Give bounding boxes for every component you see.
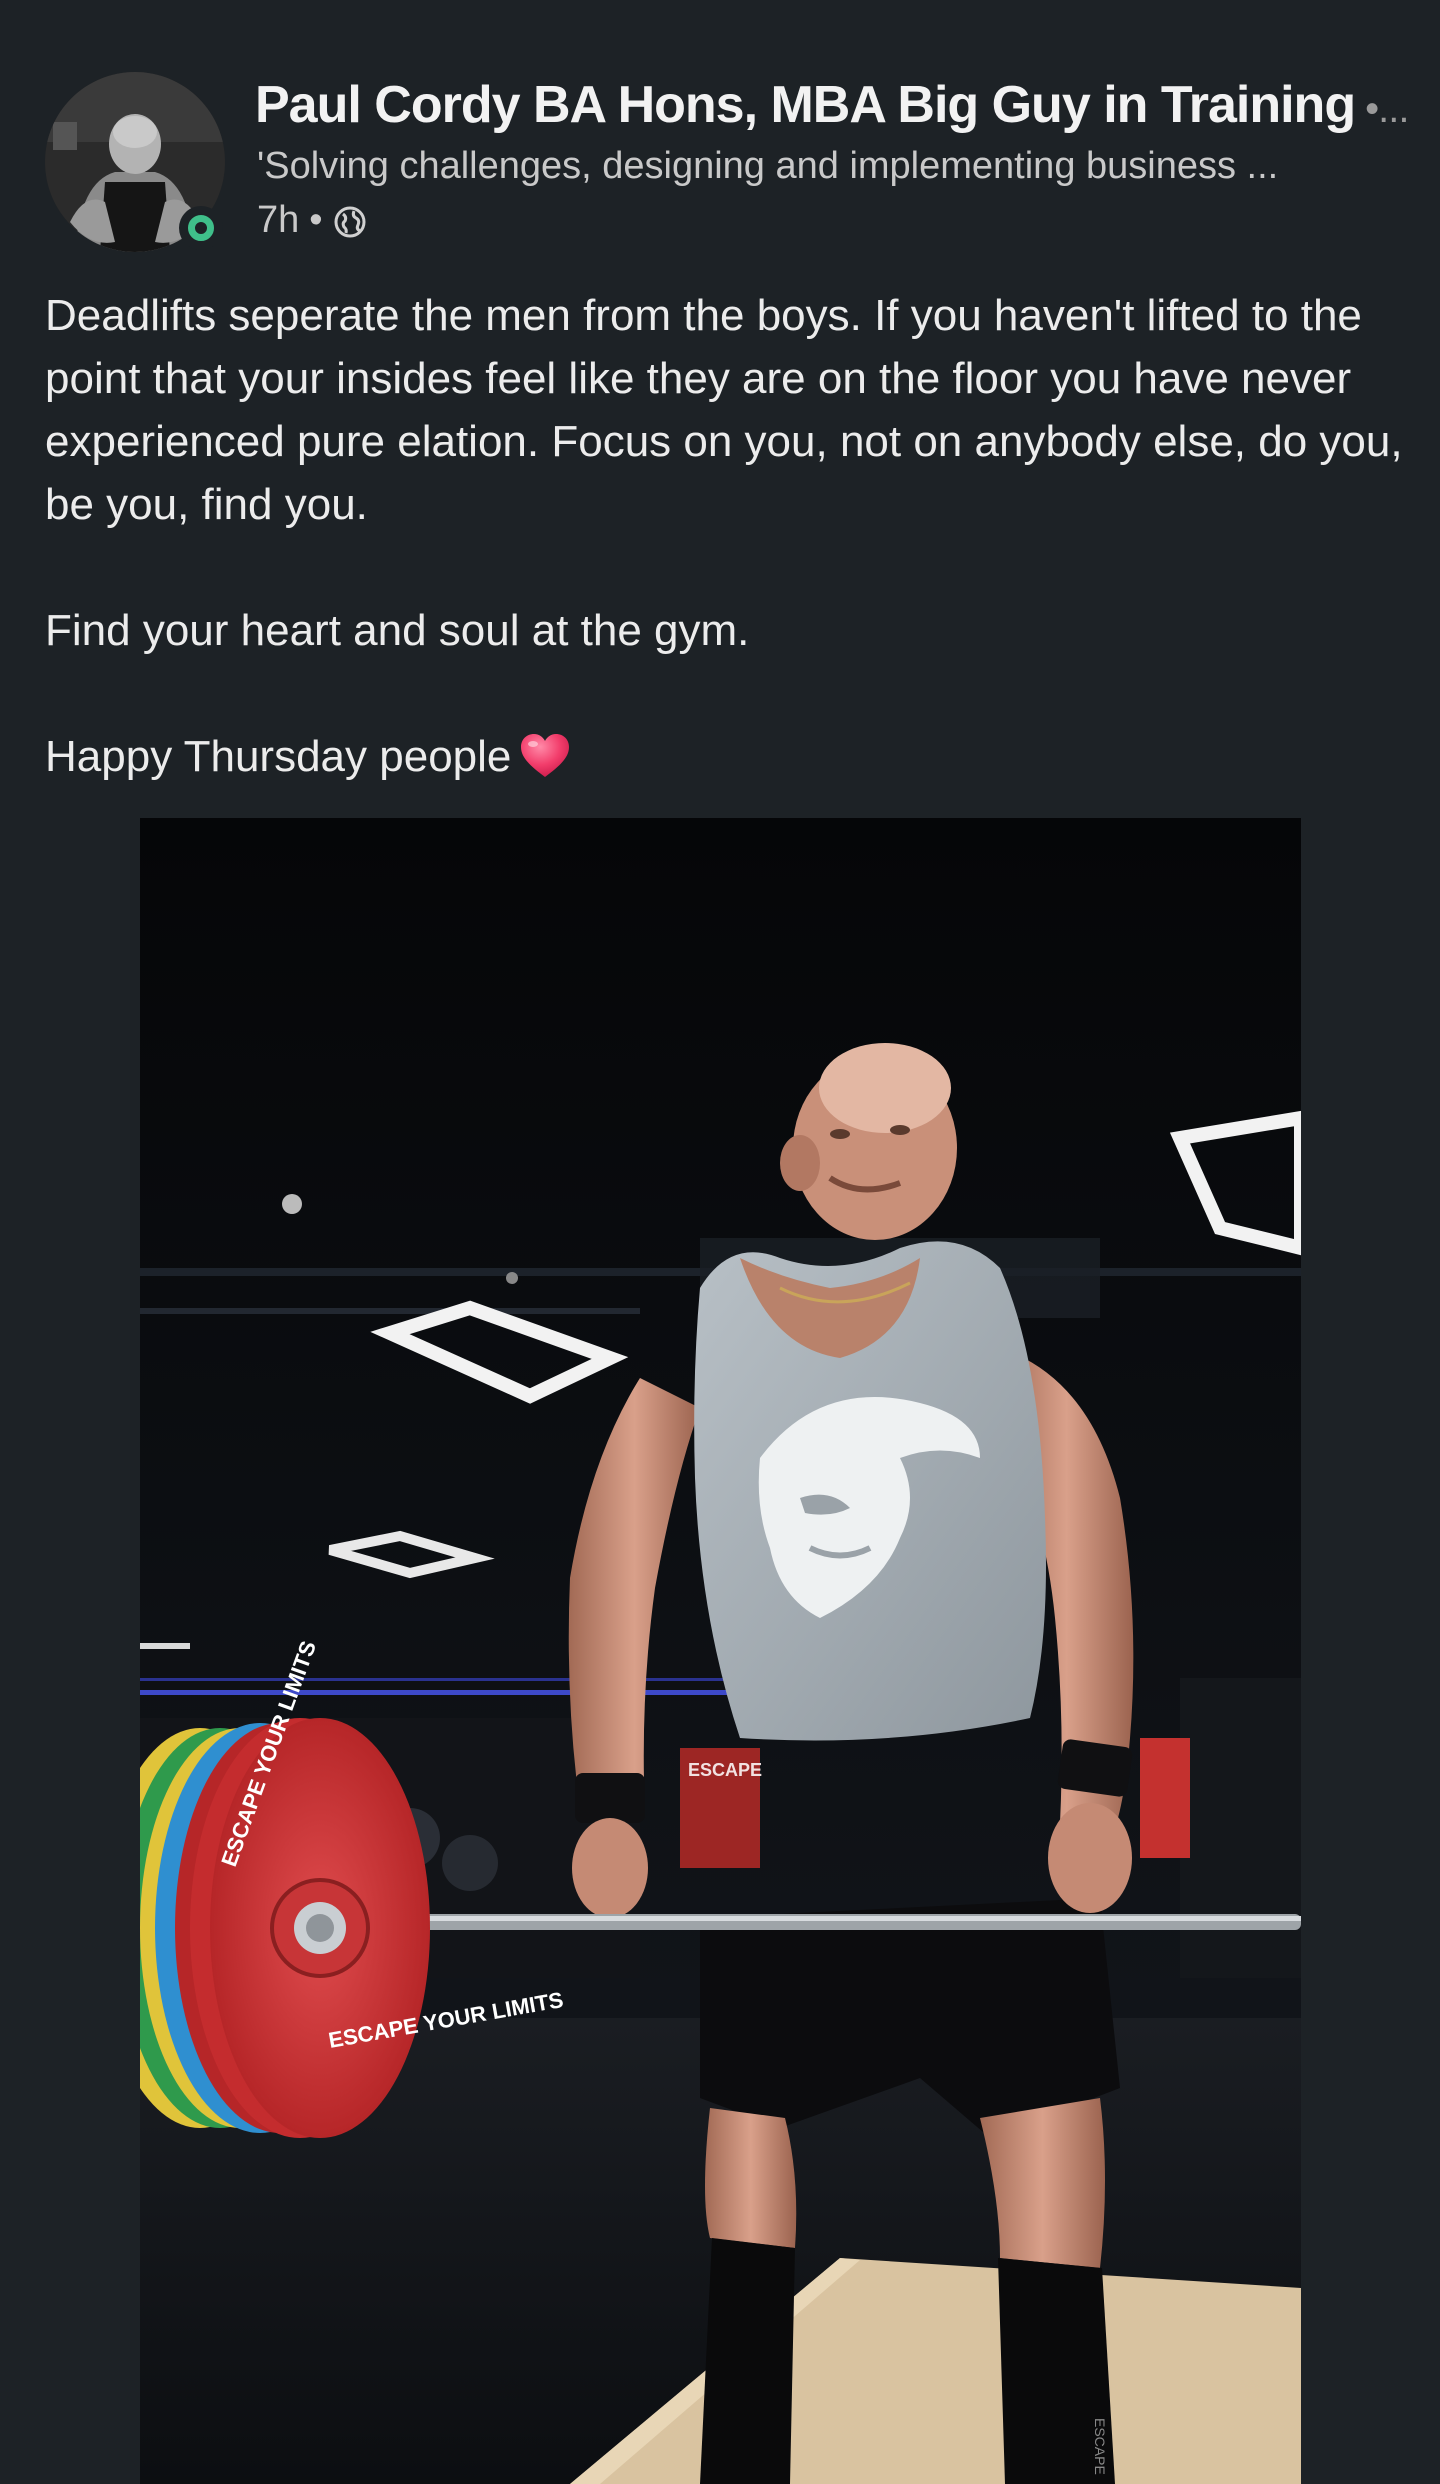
- post-time: 7h: [257, 199, 300, 241]
- post-paragraph-3: Happy Thursday people: [45, 725, 1405, 788]
- globe-icon: [333, 203, 367, 238]
- post-paragraph-2: Find your heart and soul at the gym.: [45, 606, 750, 655]
- author-name[interactable]: Paul Cordy BA Hons, MBA Big Guy in Train…: [255, 72, 1409, 142]
- sock-text: ESCAPE: [1092, 2418, 1108, 2475]
- author-name-text[interactable]: Paul Cordy BA Hons, MBA Big Guy in Train…: [255, 76, 1356, 134]
- gym-sign-text: ESCAPE: [688, 1760, 762, 1780]
- post-paragraph-1: Deadlifts seperate the men from the boys…: [45, 291, 1403, 529]
- more-options-icon[interactable]: •...: [1365, 87, 1409, 131]
- online-status-badge: [179, 206, 223, 250]
- post-image[interactable]: ESCAPE ESCAPE ESCAPE YOUR LIMITS ESCAPE …: [140, 818, 1301, 2484]
- post-header: Paul Cordy BA Hons, MBA Big Guy in Train…: [45, 72, 1409, 262]
- avatar[interactable]: [45, 72, 225, 252]
- post-meta: 7h •: [257, 196, 367, 244]
- heart-icon: [519, 733, 571, 779]
- author-headline: 'Solving challenges, designing and imple…: [257, 145, 1279, 187]
- meta-separator: •: [309, 199, 323, 241]
- online-status-icon: [188, 215, 214, 241]
- post-paragraph-3-text: Happy Thursday people: [45, 732, 512, 781]
- post-body: Deadlifts seperate the men from the boys…: [45, 284, 1405, 851]
